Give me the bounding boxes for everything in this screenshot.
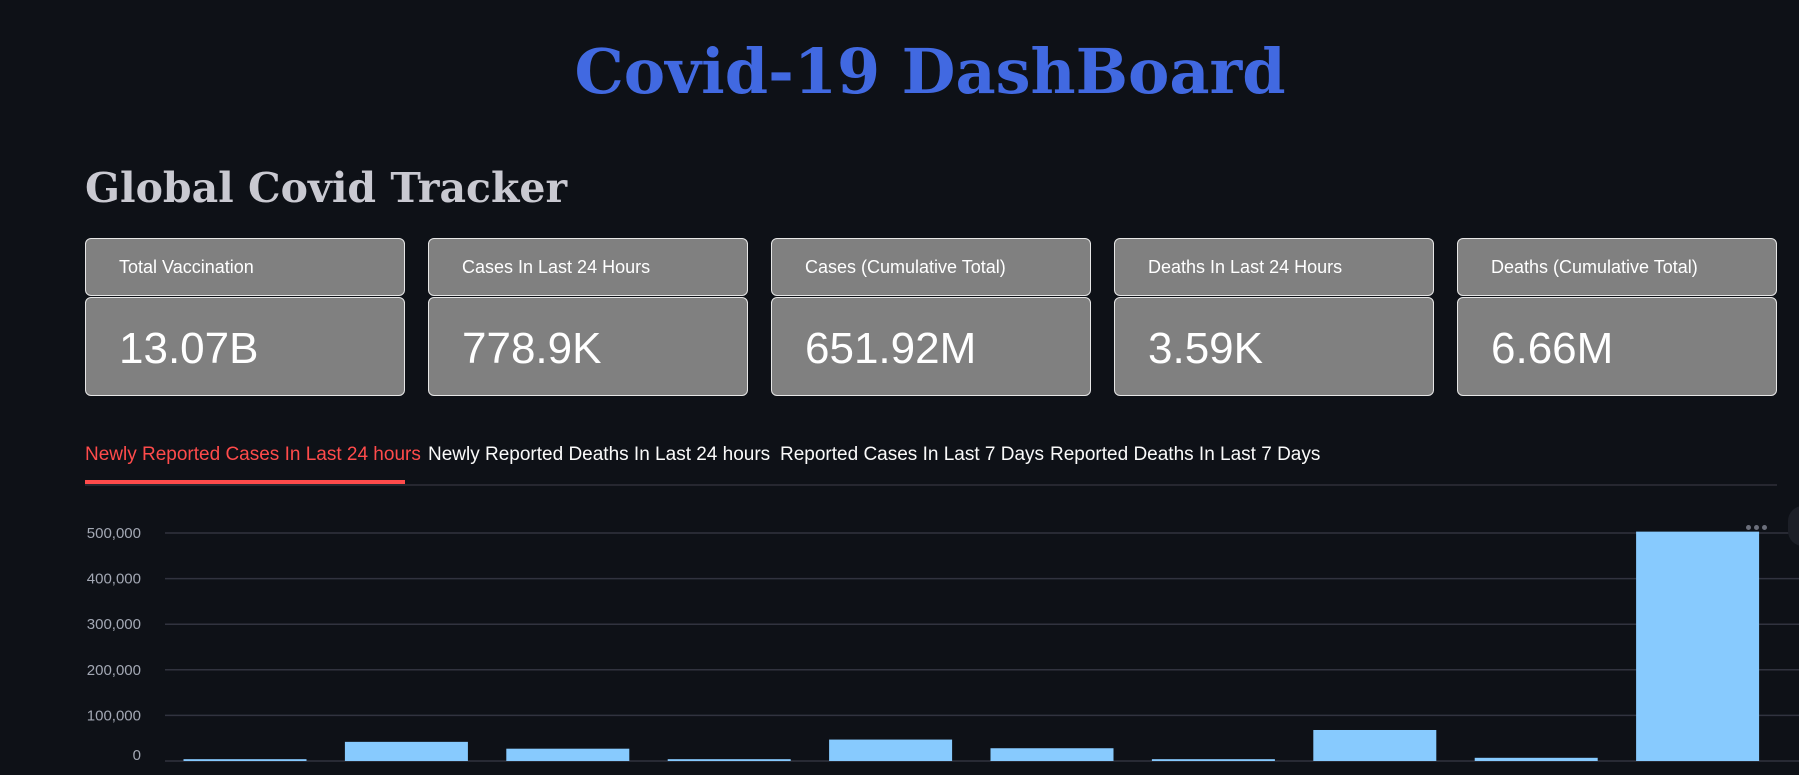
section-title: Global Covid Tracker (85, 164, 568, 212)
metric-label-box: Cases (Cumulative Total) (771, 238, 1091, 296)
bar[interactable] (344, 741, 468, 761)
tab-deaths-7-days[interactable]: Reported Deaths In Last 7 Days (1050, 442, 1320, 468)
metric-label-box: Deaths (Cumulative Total) (1457, 238, 1777, 296)
more-horizontal-icon[interactable] (1746, 522, 1772, 532)
metric-label-box: Deaths In Last 24 Hours (1114, 238, 1434, 296)
tab-new-deaths-24h[interactable]: Newly Reported Deaths In Last 24 hours (428, 442, 770, 468)
metric-cases-cumulative: Cases (Cumulative Total) 651.92M (771, 238, 1091, 396)
metric-value: 3.59K (1148, 324, 1263, 373)
metric-label-box: Total Vaccination (85, 238, 405, 296)
metric-value-box: 13.07B (85, 297, 405, 396)
metric-deaths-cumulative: Deaths (Cumulative Total) 6.66M (1457, 238, 1777, 396)
metric-value: 651.92M (805, 324, 977, 373)
active-tab-indicator (85, 480, 405, 484)
bar[interactable] (990, 748, 1114, 761)
metric-value-box: 651.92M (771, 297, 1091, 396)
y-tick-label: 0 (133, 747, 141, 764)
y-tick-label: 300,000 (87, 616, 141, 633)
bar[interactable] (1474, 757, 1598, 761)
metric-label: Cases (Cumulative Total) (805, 257, 1006, 277)
tab-new-cases-24h[interactable]: Newly Reported Cases In Last 24 hours (85, 442, 421, 468)
bar-chart-svg: 0 100,000 200,000 300,000 400,000 500,000 (87, 525, 1799, 764)
metric-value: 13.07B (119, 324, 259, 373)
bar[interactable] (183, 759, 307, 761)
bar[interactable] (667, 759, 791, 761)
metric-total-vaccination: Total Vaccination 13.07B (85, 238, 405, 396)
y-tick-label: 400,000 (87, 571, 141, 588)
bar[interactable] (506, 748, 630, 761)
bar[interactable] (1313, 729, 1437, 761)
tab-cases-7-days[interactable]: Reported Cases In Last 7 Days (780, 442, 1044, 468)
metric-deaths-24h: Deaths In Last 24 Hours 3.59K (1114, 238, 1434, 396)
y-tick-label: 500,000 (87, 525, 141, 542)
y-tick-label: 200,000 (87, 662, 141, 679)
bar[interactable] (1636, 531, 1760, 761)
y-tick-label: 100,000 (87, 707, 141, 724)
metrics-row: Total Vaccination 13.07B Cases In Last 2… (85, 238, 1777, 396)
metric-label-box: Cases In Last 24 Hours (428, 238, 748, 296)
metric-value-box: 6.66M (1457, 297, 1777, 396)
dashboard-page: Covid-19 DashBoard Global Covid Tracker … (0, 0, 1799, 775)
page-title: Covid-19 DashBoard (574, 35, 1286, 108)
chart-tabs: Newly Reported Cases In Last 24 hours Ne… (85, 432, 1777, 486)
metric-value: 778.9K (462, 324, 602, 373)
metric-label: Cases In Last 24 Hours (462, 257, 651, 277)
metric-label: Deaths (Cumulative Total) (1491, 257, 1698, 277)
bar[interactable] (829, 739, 953, 761)
metric-cases-24h: Cases In Last 24 Hours 778.9K (428, 238, 748, 396)
metric-label: Total Vaccination (119, 257, 254, 277)
metric-value-box: 778.9K (428, 297, 748, 396)
bar[interactable] (1151, 759, 1275, 761)
cases-bar-chart: 0 100,000 200,000 300,000 400,000 500,000 (60, 508, 1799, 775)
metric-label: Deaths In Last 24 Hours (1148, 257, 1343, 277)
metric-value-box: 3.59K (1114, 297, 1434, 396)
metric-value: 6.66M (1491, 324, 1614, 373)
